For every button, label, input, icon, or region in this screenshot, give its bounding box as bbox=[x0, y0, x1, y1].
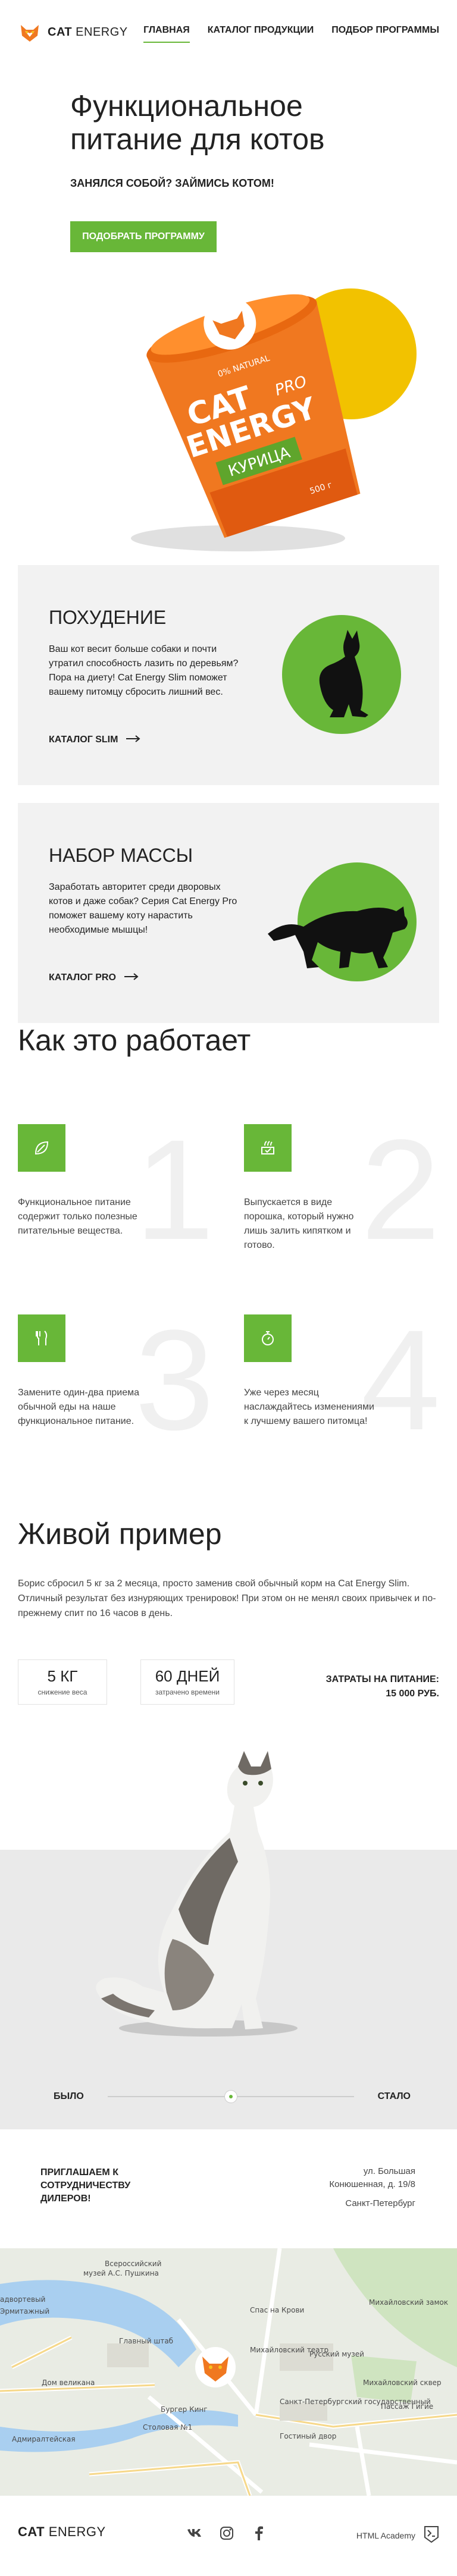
step-4: 4 Уже через месяц наслаждайтесь изменени… bbox=[244, 1309, 446, 1493]
leaf-icon bbox=[18, 1124, 65, 1172]
choose-program-button[interactable]: Подобрать программу bbox=[70, 221, 217, 252]
map-pin-icon[interactable] bbox=[195, 2347, 236, 2387]
contacts-section: Приглашаем к сотрудничеству дилеров! ул.… bbox=[0, 2129, 457, 2248]
dealer-invite: Приглашаем к сотрудничеству дилеров! bbox=[40, 2167, 131, 2204]
cat-photo bbox=[96, 1751, 298, 2037]
map-label: Пассаж Гигие bbox=[381, 2402, 433, 2411]
how-it-works-section: Как это работает 1 Функциональное питани… bbox=[0, 1023, 457, 1499]
food-cost: Затраты на питание: 15 000 руб. bbox=[326, 1673, 439, 1701]
stat-weight: 5 КГ снижение веса bbox=[18, 1659, 107, 1705]
logo-link[interactable]: CAT ENERGY bbox=[18, 20, 128, 44]
map-label: Дом великана bbox=[42, 2379, 95, 2387]
card-text: Ваш кот весит больше собаки и почти утра… bbox=[49, 644, 239, 697]
stat-label: снижение веса bbox=[37, 1688, 87, 1696]
step-text: Функциональное питание содержит только п… bbox=[18, 1197, 137, 1236]
thin-cat-icon bbox=[282, 615, 401, 734]
logo-text: CAT ENERGY bbox=[48, 25, 128, 39]
step-text: Выпускается в виде порошка, который нужн… bbox=[244, 1197, 354, 1250]
instagram-icon[interactable] bbox=[219, 2525, 234, 2541]
map-label: Всероссийский bbox=[105, 2260, 161, 2268]
card-title: Похудение bbox=[49, 607, 167, 628]
strong-cat-icon bbox=[268, 862, 417, 981]
slider-thumb[interactable] bbox=[224, 2090, 237, 2103]
address-line2: Конюшенная, д. 19/8 bbox=[329, 2179, 415, 2189]
card-title: Набор массы bbox=[49, 845, 193, 866]
step-text: Замените один-два приема обычной еды на … bbox=[18, 1388, 140, 1426]
academy-logo-icon bbox=[424, 2525, 439, 2545]
vk-icon[interactable] bbox=[187, 2525, 202, 2541]
before-label[interactable]: Было bbox=[54, 2091, 84, 2102]
live-example-title: Живой пример bbox=[18, 1517, 222, 1551]
map-label: музей А.С. Пушкина bbox=[83, 2269, 159, 2277]
after-label[interactable]: Стало bbox=[378, 2091, 411, 2102]
nav-program[interactable]: Подбор программы bbox=[331, 25, 439, 43]
catalog-slim-link[interactable]: Каталог SLIM bbox=[49, 735, 141, 745]
bowl-icon bbox=[244, 1124, 292, 1172]
arrow-right-icon bbox=[124, 972, 139, 983]
card-text: Заработать авторитет среди дворовых кото… bbox=[49, 882, 237, 935]
academy-label: HTML Academy bbox=[356, 2530, 415, 2540]
map-label: Гостиный двор bbox=[280, 2432, 336, 2440]
nav-home[interactable]: Главная bbox=[143, 25, 190, 43]
step-number: 1 bbox=[134, 1110, 214, 1269]
map-label: Столовая №1 bbox=[143, 2423, 192, 2431]
arrow-right-icon bbox=[126, 735, 141, 745]
stat-value: 60 ДНЕЙ bbox=[155, 1667, 220, 1685]
nav-catalog[interactable]: Каталог продукции bbox=[208, 25, 314, 43]
before-after-slider: Было Стало bbox=[54, 2088, 411, 2106]
map-label: Адмиралтейская bbox=[12, 2435, 76, 2443]
step-number: 3 bbox=[134, 1300, 214, 1460]
map-label: Бургер Кинг bbox=[161, 2405, 208, 2414]
map-label: Михайловский сквер bbox=[363, 2379, 442, 2387]
hero-subtitle: Занялся собой? Займись котом! bbox=[70, 177, 274, 189]
location-map[interactable]: Всероссийский музей А.С. Пушкина адворте… bbox=[0, 2248, 457, 2496]
stat-days: 60 ДНЕЙ затрачено времени bbox=[140, 1659, 234, 1705]
food-cost-label: Затраты на питание: bbox=[325, 1674, 439, 1684]
site-footer: CAT ENERGY HTML Academy bbox=[0, 2496, 457, 2576]
site-header: CAT ENERGY Главная Каталог продукции Под… bbox=[0, 0, 457, 65]
step-number: 4 bbox=[361, 1300, 440, 1460]
footer-logo[interactable]: CAT ENERGY bbox=[18, 2524, 106, 2540]
social-links bbox=[187, 2525, 267, 2541]
cutlery-icon bbox=[18, 1314, 65, 1362]
map-label: Эрмитажный bbox=[0, 2307, 49, 2315]
catalog-pro-link[interactable]: Каталог PRO bbox=[49, 972, 139, 983]
academy-credit[interactable]: HTML Academy bbox=[356, 2525, 439, 2545]
main-nav: Главная Каталог продукции Подбор програм… bbox=[143, 25, 439, 43]
stopwatch-icon bbox=[244, 1314, 292, 1362]
live-example-text: Борис сбросил 5 кг за 2 месяца, просто з… bbox=[18, 1579, 436, 1618]
step-2: 2 Выпускается в виде порошка, который ну… bbox=[244, 1118, 446, 1303]
catalog-card-slim: Похудение Ваш кот весит больше собаки и … bbox=[18, 565, 439, 785]
hero-section: Функциональное питание для котов Занялся… bbox=[0, 65, 457, 559]
map-label: Михайловский замок bbox=[369, 2298, 448, 2307]
map-label: Главный штаб bbox=[119, 2337, 173, 2345]
address-city: Санкт-Петербург bbox=[345, 2198, 415, 2208]
address: ул. Большая Конюшенная, д. 19/8 Санкт-Пе… bbox=[329, 2165, 415, 2210]
live-example-section: Живой пример Борис сбросил 5 кг за 2 мес… bbox=[0, 1517, 457, 2129]
cat-logo-icon bbox=[18, 20, 42, 44]
slider-track[interactable] bbox=[107, 2090, 354, 2103]
step-1: 1 Функциональное питание содержит только… bbox=[18, 1118, 220, 1303]
facebook-icon[interactable] bbox=[251, 2525, 267, 2541]
map-label: Русский музей bbox=[309, 2350, 364, 2358]
card-link-label: Каталог SLIM bbox=[49, 735, 118, 745]
catalog-card-pro: Набор массы Заработать авторитет среди д… bbox=[18, 803, 439, 1023]
map-canvas[interactable]: Всероссийский музей А.С. Пушкина адворте… bbox=[0, 2248, 457, 2496]
hero-title: Функциональное питание для котов bbox=[70, 89, 325, 156]
map-label: Спас на Крови bbox=[250, 2306, 304, 2314]
map-label: адвортевый bbox=[0, 2295, 45, 2304]
stat-value: 5 КГ bbox=[47, 1667, 78, 1685]
product-package-image: 0% NATURAL CAT ENERGY PRO КУРИЦА 500 г bbox=[131, 288, 417, 551]
stat-label: затрачено времени bbox=[155, 1688, 220, 1696]
card-link-label: Каталог PRO bbox=[49, 972, 116, 983]
address-line1: ул. Большая bbox=[363, 2166, 415, 2176]
food-cost-value: 15 000 руб. bbox=[386, 1689, 439, 1699]
step-text: Уже через месяц наслаждайтесь изменениям… bbox=[244, 1388, 374, 1426]
step-3: 3 Замените один-два приема обычной еды н… bbox=[18, 1309, 220, 1493]
how-title: Как это работает bbox=[18, 1024, 251, 1057]
